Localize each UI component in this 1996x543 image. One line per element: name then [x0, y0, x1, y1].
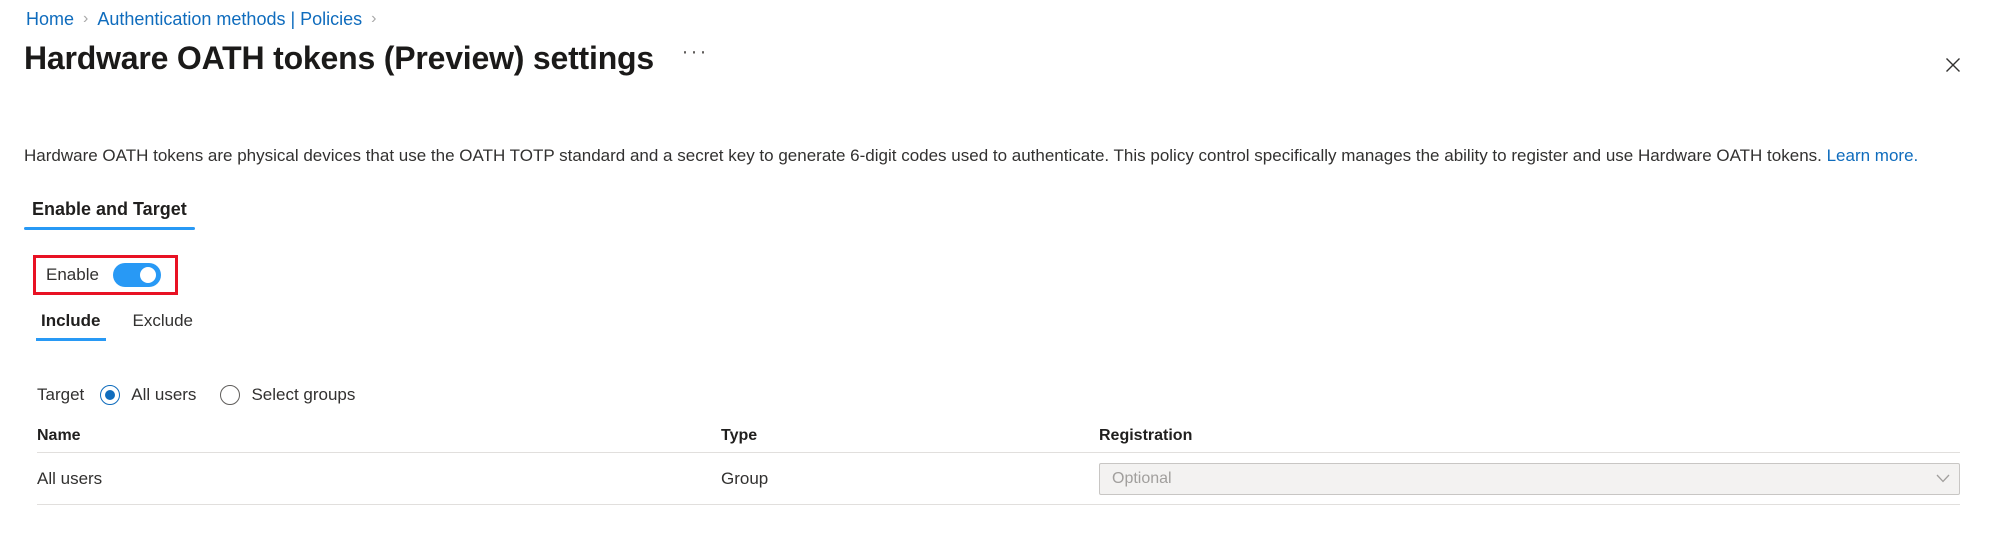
column-header-type: Type [721, 427, 758, 444]
breadcrumb: Home › Authentication methods | Policies… [26, 8, 386, 30]
tab-enable-and-target[interactable]: Enable and Target [24, 198, 195, 230]
target-table: Name Type Registration All users Group O… [37, 420, 1960, 505]
target-row: Target All users Select groups [37, 384, 379, 406]
column-header-registration: Registration [1099, 427, 1193, 444]
breadcrumb-separator-icon: › [83, 10, 89, 27]
tab-include[interactable]: Include [36, 310, 106, 341]
registration-dropdown-value: Optional [1112, 469, 1172, 487]
radio-select-groups-label: Select groups [251, 385, 356, 404]
close-icon[interactable] [1936, 48, 1970, 82]
registration-dropdown[interactable]: Optional [1099, 462, 1960, 495]
target-label: Target [37, 385, 85, 404]
table-row: All users Group Optional [37, 453, 1960, 505]
breadcrumb-separator-icon-2: › [371, 10, 377, 27]
cell-type: Group [721, 468, 769, 488]
tab-exclude[interactable]: Exclude [128, 310, 198, 341]
primary-tab-list: Enable and Target [24, 198, 195, 230]
secondary-tab-list: Include Exclude [36, 310, 220, 341]
breadcrumb-item-home[interactable]: Home [26, 8, 74, 30]
cell-name: All users [37, 468, 103, 488]
title-row: Hardware OATH tokens (Preview) settings … [24, 38, 712, 78]
column-header-name: Name [37, 427, 81, 444]
enable-toggle[interactable] [112, 263, 161, 287]
chevron-down-icon [1936, 474, 1950, 483]
page-description-text: Hardware OATH tokens are physical device… [24, 146, 1827, 165]
radio-select-groups-icon [220, 385, 241, 405]
enable-toggle-knob [139, 267, 156, 283]
radio-select-groups[interactable]: Select groups [220, 384, 355, 406]
enable-toggle-row: Enable [46, 263, 161, 287]
cell-registration: Optional [1099, 462, 1960, 495]
page-title: Hardware OATH tokens (Preview) settings [24, 40, 654, 76]
radio-all-users[interactable]: All users [100, 384, 196, 406]
radio-all-users-label: All users [131, 385, 197, 404]
ellipsis-icon[interactable]: ··· [678, 41, 712, 75]
table-header-row: Name Type Registration [37, 420, 1960, 453]
breadcrumb-item-authentication-methods-policies[interactable]: Authentication methods | Policies [97, 8, 362, 30]
enable-label: Enable [46, 265, 99, 284]
page-description: Hardware OATH tokens are physical device… [24, 144, 1976, 168]
radio-all-users-icon [100, 385, 121, 405]
learn-more-link[interactable]: Learn more. [1827, 146, 1919, 165]
